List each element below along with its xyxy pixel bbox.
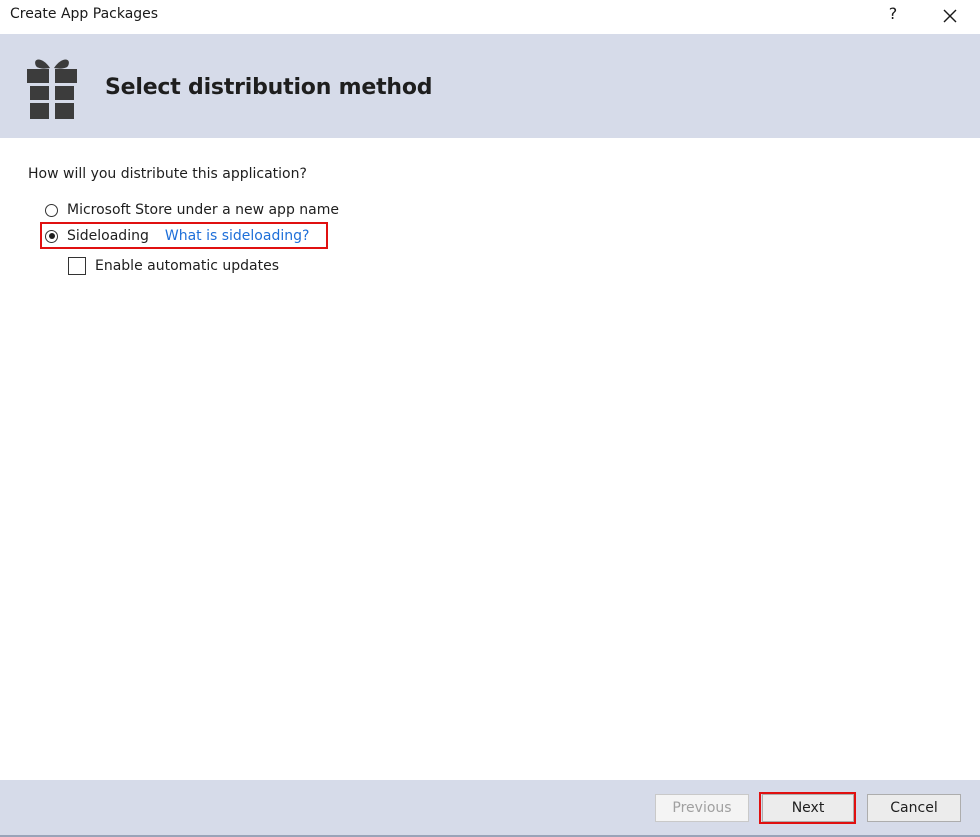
auto-updates-label: Enable automatic updates <box>95 258 280 274</box>
option-label: Sideloading <box>67 228 149 244</box>
what-is-sideloading-link[interactable]: What is sideloading? <box>165 228 310 244</box>
wizard-header: Select distribution method <box>0 34 980 138</box>
previous-button[interactable]: Previous <box>655 794 749 822</box>
close-icon <box>943 9 957 23</box>
page-title: Select distribution method <box>105 75 433 100</box>
option-label: Microsoft Store under a new app name <box>67 202 339 218</box>
gift-icon <box>27 59 77 119</box>
title-bar: Create App Packages ? <box>0 0 980 33</box>
auto-updates-checkbox[interactable] <box>68 257 86 275</box>
wizard-footer: Previous Next Cancel <box>0 780 980 837</box>
window-title: Create App Packages <box>10 6 159 22</box>
close-button[interactable] <box>938 4 962 28</box>
option-microsoft-store[interactable]: Microsoft Store under a new app name <box>45 199 339 221</box>
option-sideloading[interactable]: Sideloading What is sideloading? <box>45 225 309 247</box>
radio-button-selected[interactable] <box>45 229 58 243</box>
create-app-packages-dialog: Create App Packages ? Select distributio… <box>0 0 980 837</box>
cancel-button[interactable]: Cancel <box>867 794 961 822</box>
distribution-question: How will you distribute this application… <box>28 166 307 182</box>
next-button[interactable]: Next <box>762 794 854 822</box>
help-button[interactable]: ? <box>884 4 902 26</box>
auto-updates-option[interactable]: Enable automatic updates <box>68 256 279 276</box>
radio-button[interactable] <box>45 203 58 217</box>
